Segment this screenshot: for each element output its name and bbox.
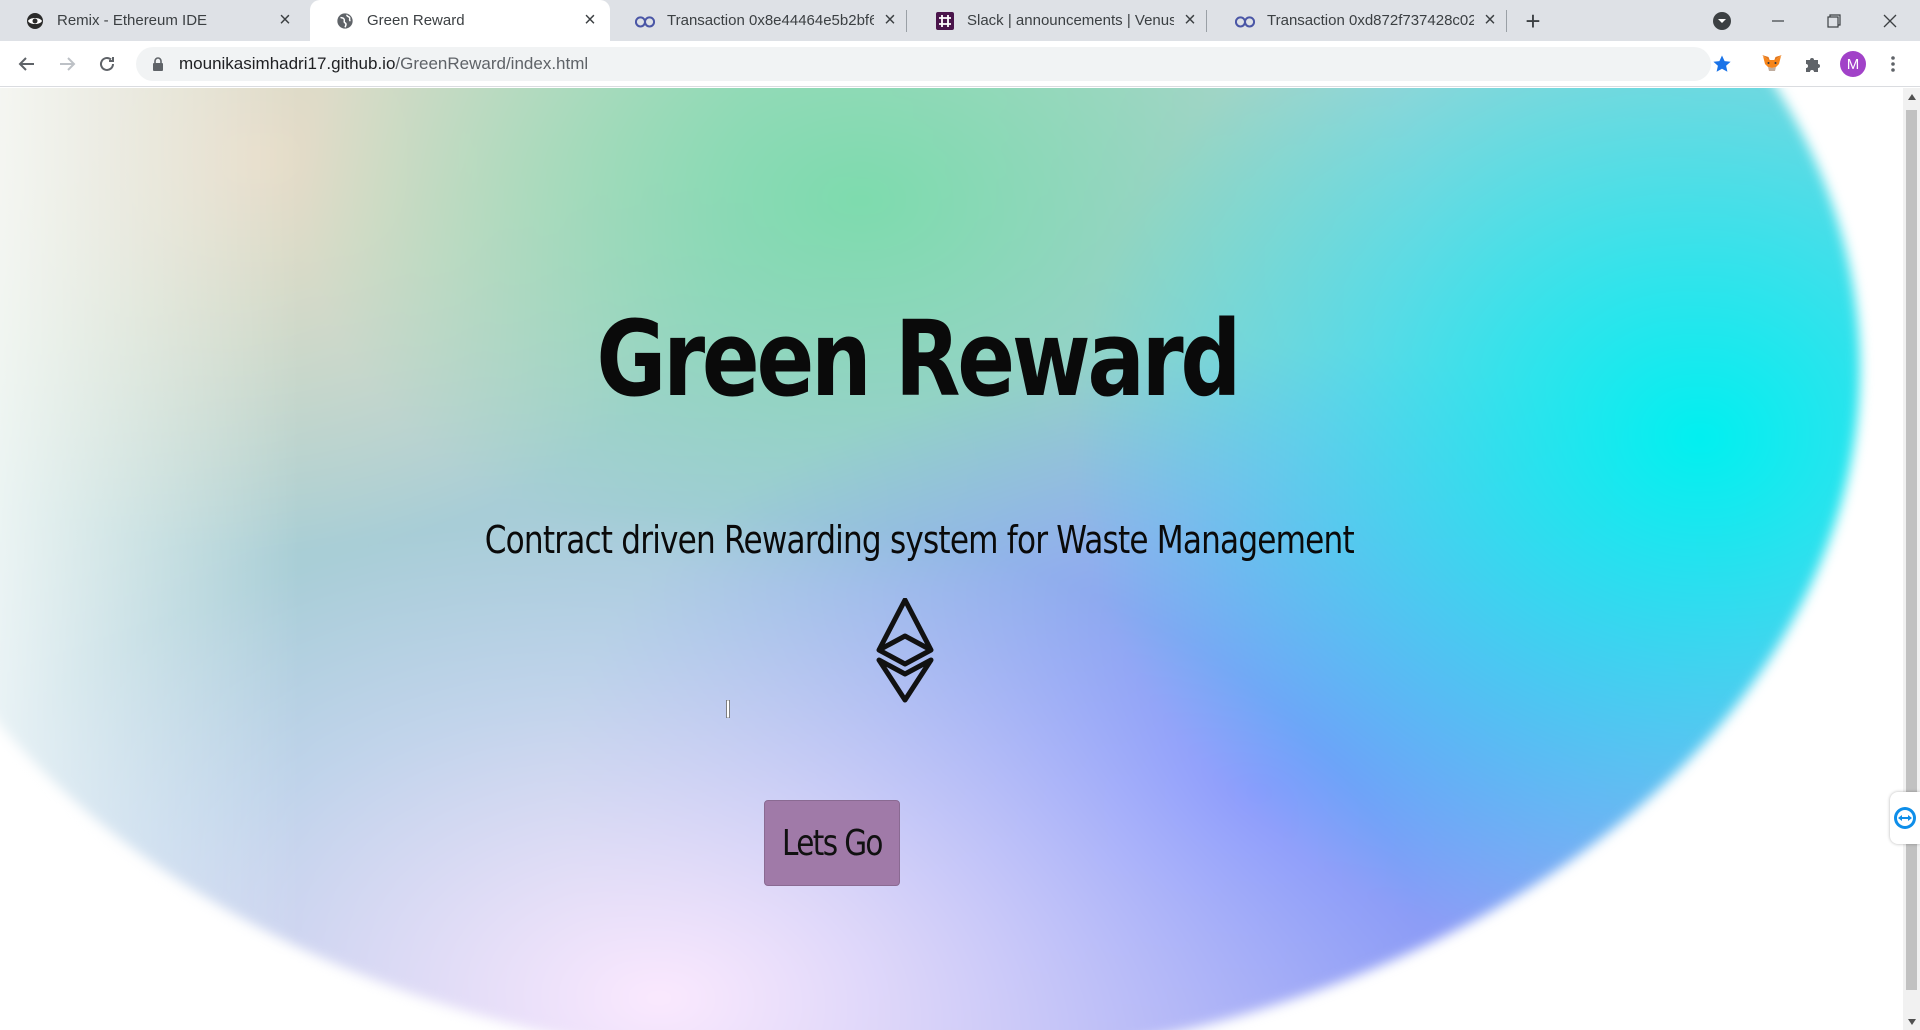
more-vert-icon — [1891, 56, 1895, 72]
puzzle-icon — [1806, 58, 1820, 72]
star-icon — [1713, 55, 1731, 72]
metamask-extension-button[interactable] — [1757, 49, 1787, 79]
close-icon[interactable]: × — [880, 9, 900, 31]
tab-strip: Remix - Ethereum IDE × Green Reward × Tr… — [0, 0, 1920, 41]
teamviewer-widget[interactable] — [1890, 792, 1920, 844]
etherscan-icon — [1235, 11, 1255, 31]
tab-title: Transaction 0xd872f737428c02f4 — [1267, 12, 1474, 29]
new-tab-button[interactable]: + — [1518, 6, 1548, 36]
close-icon[interactable]: × — [275, 9, 295, 31]
restore-button[interactable] — [1806, 0, 1862, 41]
globe-icon — [335, 11, 355, 31]
minimize-button[interactable] — [1750, 0, 1806, 41]
metamask-fox-icon — [1762, 55, 1782, 71]
lets-go-label: Lets Go — [782, 822, 884, 864]
back-button[interactable] — [11, 48, 43, 80]
profile-button[interactable]: M — [1838, 49, 1868, 79]
lock-icon[interactable] — [150, 56, 166, 72]
tab-title: Green Reward — [367, 12, 465, 29]
page-scrollbar[interactable] — [1903, 88, 1920, 1030]
page-subtitle: Contract driven Rewarding system for Was… — [484, 518, 1355, 562]
arrow-up-icon — [1907, 93, 1916, 100]
url-text: mounikasimhadri17.github.io/GreenReward/… — [179, 54, 588, 74]
scroll-up-button[interactable] — [1903, 88, 1920, 105]
tab-title: Transaction 0x8e44464e5b2bf64 — [667, 12, 874, 29]
text-cursor-icon — [726, 700, 730, 718]
minimize-icon — [1772, 19, 1784, 22]
lets-go-button[interactable]: Lets Go — [764, 800, 900, 886]
remix-icon — [25, 11, 45, 31]
tab-slack[interactable]: Slack | announcements | VenusHa × — [910, 0, 1210, 41]
tab-remix[interactable]: Remix - Ethereum IDE × — [0, 0, 305, 41]
close-window-button[interactable] — [1862, 0, 1918, 41]
arrow-down-icon — [1907, 1018, 1916, 1025]
page-title: Green Reward — [596, 298, 1241, 420]
tab-transaction-1[interactable]: Transaction 0x8e44464e5b2bf64 × — [610, 0, 910, 41]
extensions-button[interactable] — [1798, 49, 1828, 79]
teamviewer-icon — [1894, 807, 1916, 829]
tab-green-reward[interactable]: Green Reward × — [310, 0, 610, 41]
close-icon — [1883, 14, 1897, 27]
scroll-thumb[interactable] — [1906, 110, 1917, 990]
tab-separator — [1206, 10, 1207, 32]
reload-icon — [100, 56, 114, 71]
scroll-down-button[interactable] — [1903, 1013, 1920, 1030]
slack-icon — [935, 11, 955, 31]
tab-separator — [906, 10, 907, 32]
etherscan-icon — [635, 11, 655, 31]
url-path: /GreenReward/index.html — [395, 54, 589, 73]
forward-button[interactable] — [51, 48, 83, 80]
address-bar[interactable]: mounikasimhadri17.github.io/GreenReward/… — [136, 47, 1711, 81]
tab-title: Slack | announcements | VenusHa — [967, 12, 1174, 29]
ethereum-icon — [876, 598, 934, 703]
arrow-left-icon — [18, 57, 34, 71]
url-host: mounikasimhadri17.github.io — [179, 54, 396, 73]
page-viewport: Green Reward Contract driven Rewarding s… — [0, 88, 1903, 1030]
restore-icon — [1827, 13, 1841, 28]
browser-toolbar: mounikasimhadri17.github.io/GreenReward/… — [0, 41, 1920, 87]
bookmark-star-button[interactable] — [1707, 49, 1737, 79]
tab-transaction-2[interactable]: Transaction 0xd872f737428c02f4 × — [1210, 0, 1510, 41]
tab-search-button[interactable] — [1694, 0, 1750, 41]
browser-menu-button[interactable] — [1878, 49, 1908, 79]
avatar: M — [1840, 51, 1866, 77]
tab-separator — [1506, 10, 1507, 32]
close-icon[interactable]: × — [580, 9, 600, 31]
close-icon[interactable]: × — [1480, 9, 1500, 31]
close-icon[interactable]: × — [1180, 9, 1200, 31]
arrow-right-icon — [60, 57, 76, 71]
reload-button[interactable] — [91, 48, 123, 80]
tab-title: Remix - Ethereum IDE — [57, 12, 208, 29]
chevron-down-icon — [1713, 11, 1731, 30]
